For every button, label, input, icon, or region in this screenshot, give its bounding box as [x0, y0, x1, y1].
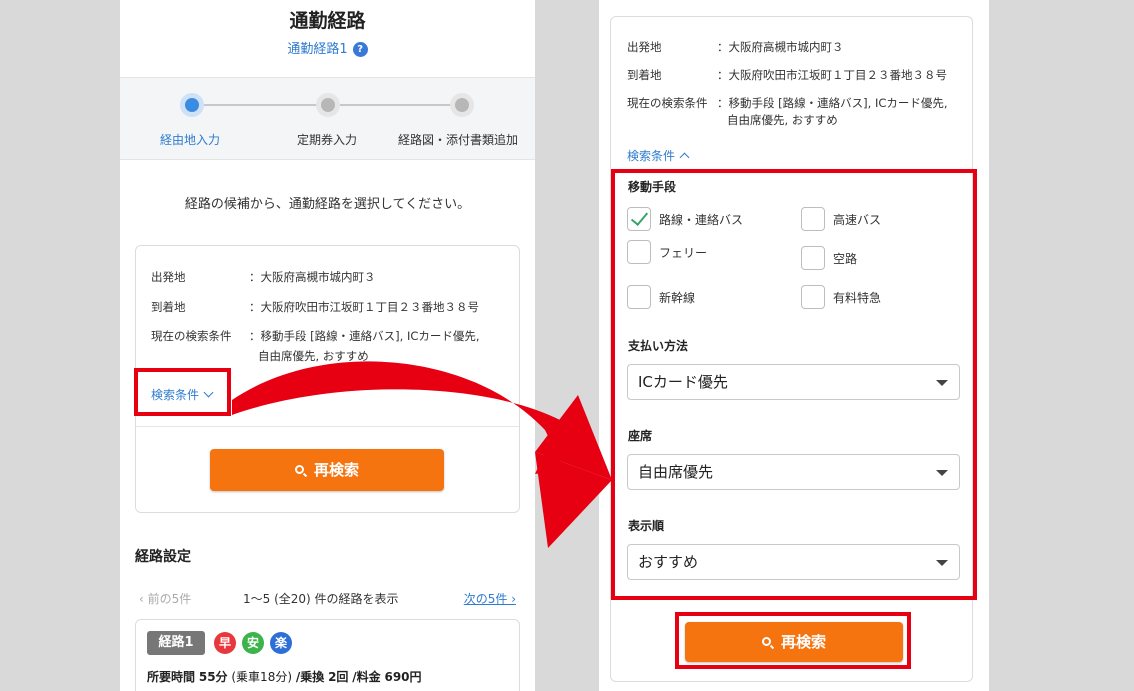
highlight-conditions-toggle — [134, 368, 231, 416]
highlight-conditions-panel — [611, 169, 977, 600]
arrow-body — [232, 361, 565, 474]
highlight-research-button — [675, 612, 911, 669]
